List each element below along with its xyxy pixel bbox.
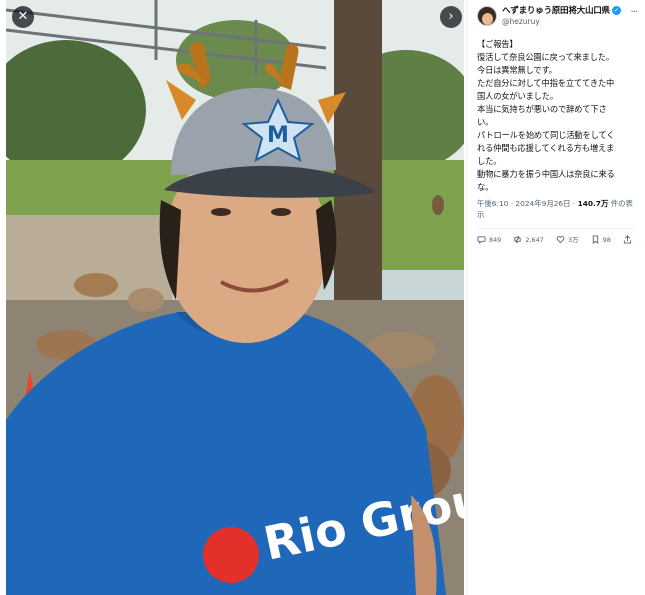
- tweet-header: へずまりゅう原田将大山口県 ✓ @hezuruy ···: [477, 4, 638, 34]
- tweet-line: 国人の女がいました。: [477, 91, 558, 101]
- tweet-photo[interactable]: Rio Grou M: [6, 0, 464, 595]
- tweet-line: れる仲間も応援してくれる方も増えま: [477, 143, 615, 153]
- tweet-line: い。: [477, 117, 494, 127]
- tweet-line: 今日は異常無しです。: [477, 65, 557, 75]
- views-label-cont: 示: [477, 210, 485, 219]
- tweet-line: 復活して奈良公園に戻って来ました。: [477, 52, 614, 62]
- tweet-line: パトロールを始めて同じ活動をしてく: [477, 130, 615, 140]
- tweet-line: 【ご報告】: [477, 39, 518, 49]
- tweet-text: 【ご報告】 復活して奈良公園に戻って来ました。 今日は異常無しです。 ただ自分に…: [477, 38, 637, 194]
- retweet-count: 2,647: [525, 235, 544, 244]
- reply-icon: [477, 236, 486, 244]
- reply-button[interactable]: 849: [477, 235, 501, 244]
- tweet-actions: 849 2,647 3万 98: [477, 228, 635, 244]
- like-count: 3万: [567, 236, 579, 244]
- tweet-line: 動物に暴力を振う中国人は奈良に来る: [477, 169, 615, 179]
- heart-icon: [556, 236, 565, 244]
- bookmark-count: 98: [602, 235, 611, 244]
- retweet-button[interactable]: 2,647: [513, 235, 544, 244]
- share-icon: [623, 235, 632, 244]
- chevron-right-icon[interactable]: ›: [440, 6, 462, 28]
- views-count: 140.7万: [577, 199, 609, 208]
- retweet-icon: [514, 235, 522, 244]
- tweet-line: 本当に気持ちが悪いので辞めて下さ: [477, 104, 607, 114]
- tweet-line: ただ自分に対して中指を立ててきた中: [477, 78, 615, 88]
- like-button[interactable]: 3万: [556, 235, 578, 244]
- verified-badge-icon: ✓: [611, 5, 621, 15]
- close-icon[interactable]: ✕: [12, 6, 34, 28]
- tweet-panel: へずまりゅう原田将大山口県 ✓ @hezuruy ··· 【ご報告】 復活して奈…: [466, 0, 645, 595]
- views-label: 件の表: [608, 199, 633, 208]
- reply-count: 849: [489, 235, 502, 244]
- display-name[interactable]: へずまりゅう原田将大山口県: [502, 4, 610, 16]
- avatar[interactable]: [477, 6, 497, 26]
- tweet-line: な。: [477, 182, 494, 192]
- bookmark-button[interactable]: 98: [591, 235, 611, 244]
- bookmark-icon: [592, 235, 598, 244]
- svg-text:M: M: [267, 123, 289, 148]
- share-button[interactable]: [623, 235, 635, 244]
- tweet-line: した。: [477, 156, 502, 166]
- user-handle[interactable]: @hezuruy: [502, 17, 630, 26]
- tweet-meta: 午後6:10 · 2024年9月26日 · 140.7万 件の表 示: [477, 198, 637, 220]
- tweet-timestamp[interactable]: 午後6:10 · 2024年9月26日 ·: [477, 199, 578, 208]
- more-options-icon[interactable]: ···: [630, 7, 637, 18]
- media-viewer: Rio Grou M ✕ › へずまりゅう原田将大山口県 ✓ @hezuruy …: [0, 0, 645, 595]
